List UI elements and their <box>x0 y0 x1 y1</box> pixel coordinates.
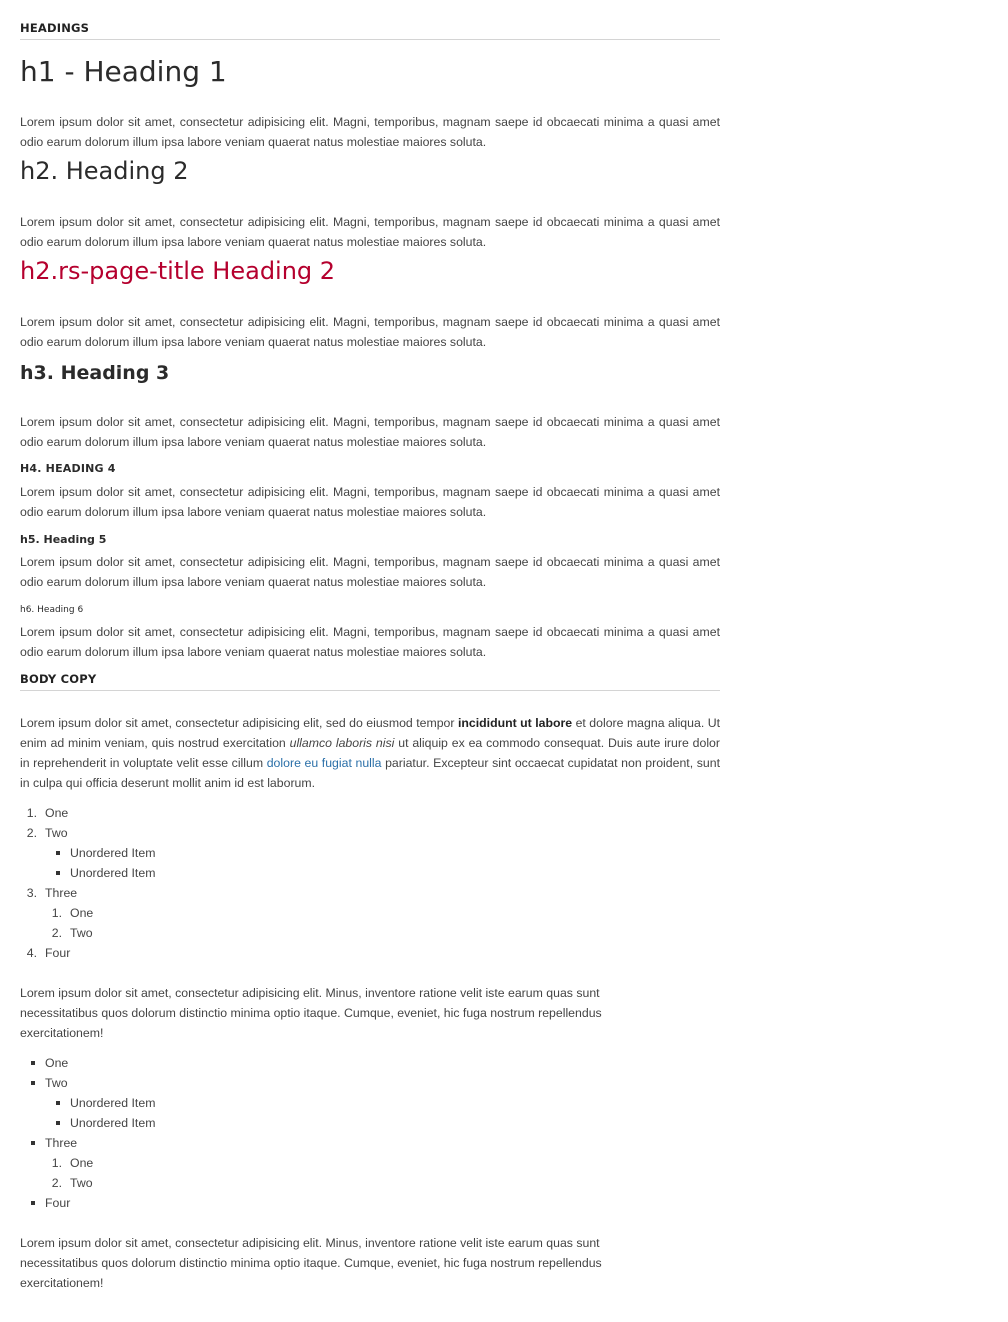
heading-4-paragraph: Lorem ipsum dolor sit amet, consectetur … <box>20 485 720 519</box>
nested-list-item: Unordered Item <box>20 863 155 883</box>
page-title-paragraph: Lorem ipsum dolor sit amet, consectetur … <box>20 315 720 349</box>
body-copy-paragraph: Lorem ipsum dolor sit amet, consectetur … <box>20 716 720 790</box>
list-item: One <box>20 1053 155 1073</box>
unordered-list: One Two Unordered Item Unordered Item Th… <box>20 1053 155 1213</box>
nested-list-item: 2. Two <box>51 926 93 940</box>
heading-4: H4. HEADING 4 <box>20 462 116 475</box>
heading-5-paragraph: Lorem ipsum dolor sit amet, consectetur … <box>20 555 720 589</box>
heading-2-paragraph: Lorem ipsum dolor sit amet, consectetur … <box>20 215 720 249</box>
headings-section-title: HEADINGS <box>20 21 720 40</box>
nested-list-item: Unordered Item <box>20 1093 155 1113</box>
ordered-list: 1. One 2. Two Unordered Item Unordered Ite… <box>20 803 156 963</box>
heading-3-paragraph: Lorem ipsum dolor sit amet, consectetur … <box>20 415 720 449</box>
body-copy-section-title: BODY COPY <box>20 672 720 691</box>
italic-text: ullamco laboris nisi <box>289 736 395 750</box>
heading-6-paragraph: Lorem ipsum dolor sit amet, consectetur … <box>20 625 720 659</box>
list-item: 4. Four <box>26 946 71 960</box>
heading-1: h1 - Heading 1 <box>20 55 227 88</box>
list-item: Three <box>20 1133 155 1153</box>
inline-link[interactable]: dolore eu fugiat nulla <box>267 756 382 770</box>
heading-1-paragraph: Lorem ipsum dolor sit amet, consectetur … <box>20 115 720 149</box>
nested-list-item: 1. One <box>51 1156 94 1170</box>
list-item: Four <box>20 1193 155 1213</box>
list-item: Two <box>20 1073 155 1093</box>
list-item: 2. Two <box>26 826 68 840</box>
heading-2-page-title: h2.rs-page-title Heading 2 <box>20 257 336 285</box>
list-item: 3. Three <box>26 886 78 900</box>
bold-text: incididunt ut labore <box>457 716 573 730</box>
heading-5: h5. Heading 5 <box>20 533 107 546</box>
nested-list-item: 1. One <box>51 906 94 920</box>
heading-2: h2. Heading 2 <box>20 157 189 185</box>
nested-list-item: Unordered Item <box>20 843 155 863</box>
list-item: 1. One <box>26 806 69 820</box>
heading-3: h3. Heading 3 <box>20 362 170 384</box>
nested-list-item: Unordered Item <box>20 1113 155 1133</box>
body-copy-paragraph-3: Lorem ipsum dolor sit amet, consectetur … <box>20 1236 602 1290</box>
body-copy-paragraph-2: Lorem ipsum dolor sit amet, consectetur … <box>20 986 602 1040</box>
heading-6: h6. Heading 6 <box>20 605 84 615</box>
nested-list-item: 2. Two <box>51 1176 93 1190</box>
